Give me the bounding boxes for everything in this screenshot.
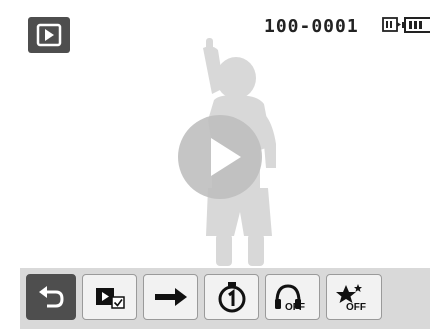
battery-icon — [402, 17, 430, 33]
internal-memory-icon — [382, 17, 401, 32]
playback-mode-button[interactable] — [28, 17, 70, 53]
play-icon[interactable] — [177, 114, 263, 200]
back-button[interactable] — [26, 274, 76, 320]
file-number: 100-0001 — [264, 16, 359, 37]
star-off-icon: OFF — [336, 284, 366, 312]
music-button[interactable]: OFF — [265, 274, 320, 320]
play-mode-icon — [36, 23, 62, 47]
back-arrow-icon — [39, 286, 64, 308]
transition-off-label: OFF — [346, 302, 366, 312]
image-select-icon — [95, 288, 125, 309]
music-off-label: OFF — [285, 302, 305, 312]
camera-screen: 100-0001 OFF OFF — [0, 0, 430, 329]
transition-effect-button[interactable]: OFF — [326, 274, 382, 320]
headphones-off-icon: OFF — [274, 284, 305, 312]
arrow-right-icon — [154, 288, 187, 306]
effect-button[interactable] — [143, 274, 198, 320]
interval-button[interactable] — [204, 274, 259, 320]
slideshow-image-button[interactable] — [82, 274, 137, 320]
timer-one-icon — [218, 282, 245, 313]
